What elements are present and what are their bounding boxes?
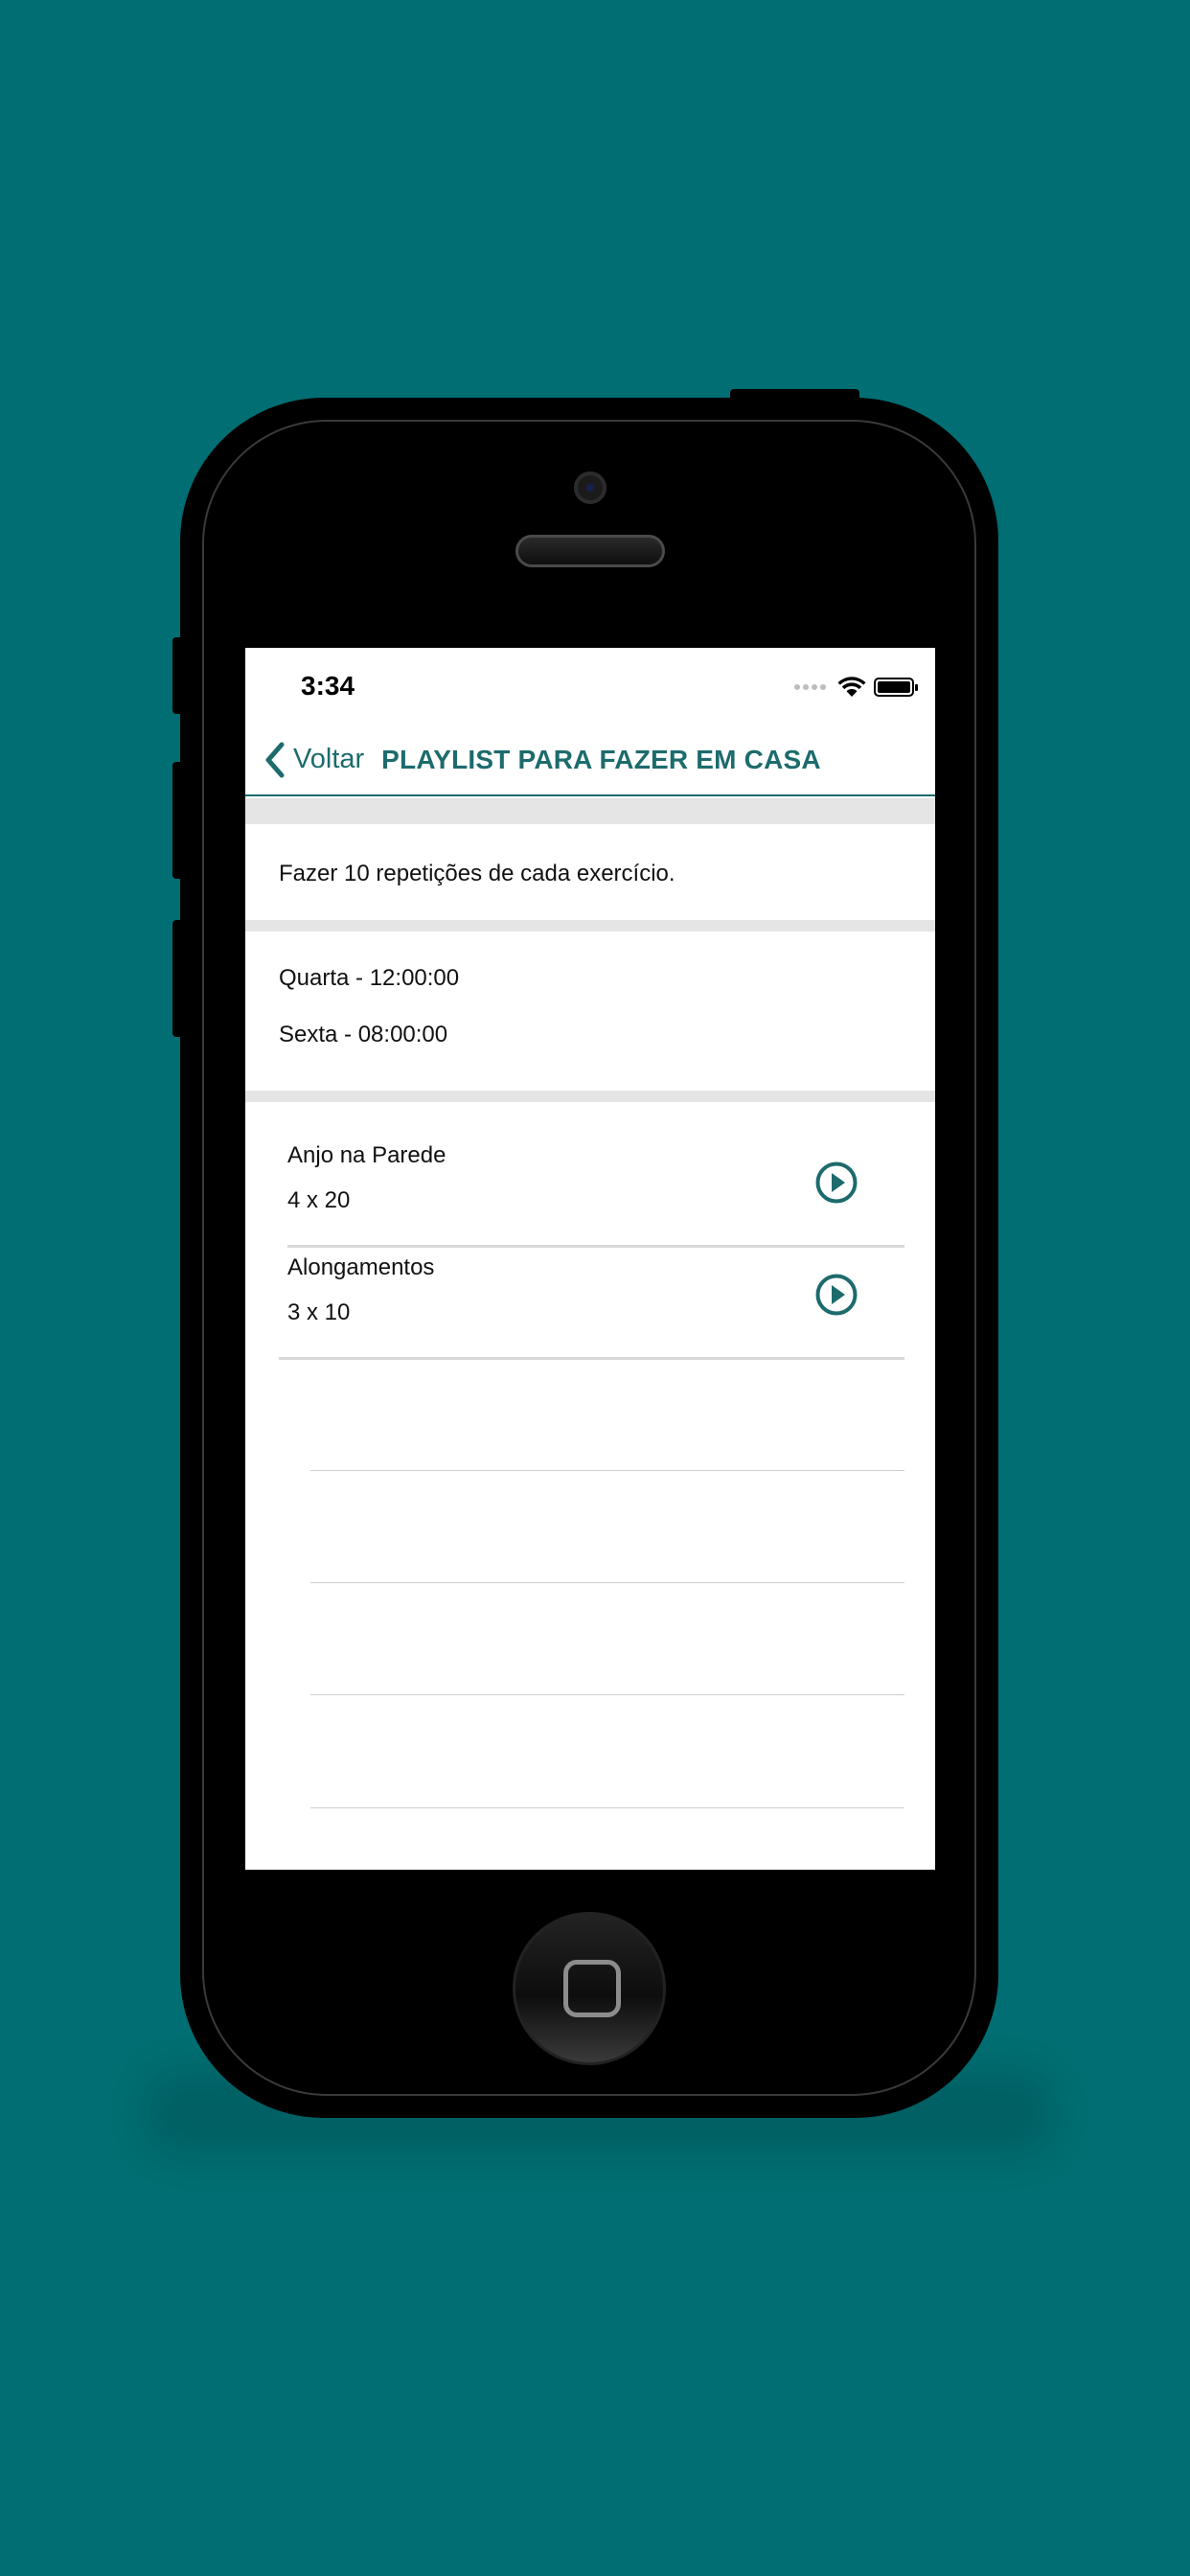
instructions-text: Fazer 10 repetições de cada exercício. bbox=[279, 861, 675, 886]
navigation-bar: Voltar PLAYLIST PARA FAZER EM CASA bbox=[245, 724, 935, 796]
battery-icon bbox=[874, 678, 918, 697]
exercise-row[interactable]: Anjo na Parede 4 x 20 bbox=[245, 1127, 935, 1239]
app-screen: 3:34 Voltar PLAYLIST PARA FAZER EM CASA … bbox=[245, 648, 935, 1870]
back-label: Voltar bbox=[293, 744, 365, 774]
section-separator bbox=[245, 798, 935, 824]
status-time: 3:34 bbox=[301, 671, 355, 701]
home-square-icon bbox=[563, 1960, 621, 2017]
empty-row-divider bbox=[310, 1694, 904, 1695]
section-separator bbox=[245, 920, 935, 932]
signal-icon bbox=[794, 684, 826, 690]
front-camera-icon bbox=[574, 472, 606, 504]
exercise-reps: 3 x 10 bbox=[287, 1300, 351, 1325]
status-bar: 3:34 bbox=[245, 648, 935, 724]
home-button[interactable] bbox=[513, 1912, 666, 2065]
back-button[interactable]: Voltar bbox=[264, 742, 364, 778]
play-circle-icon[interactable] bbox=[814, 1161, 858, 1205]
schedule-item: Sexta - 08:00:00 bbox=[279, 1022, 448, 1047]
page-title: PLAYLIST PARA FAZER EM CASA bbox=[381, 744, 821, 774]
earpiece-speaker bbox=[515, 535, 665, 567]
exercise-row[interactable]: Alongamentos 3 x 10 bbox=[245, 1239, 935, 1351]
row-divider bbox=[279, 1357, 904, 1360]
empty-row-divider bbox=[310, 1470, 904, 1471]
empty-row-divider bbox=[310, 1582, 904, 1583]
empty-row-divider bbox=[310, 1807, 904, 1808]
status-icons bbox=[794, 677, 918, 698]
exercise-name: Alongamentos bbox=[287, 1254, 435, 1280]
section-separator bbox=[245, 1091, 935, 1102]
wifi-icon bbox=[837, 677, 866, 697]
chevron-left-icon bbox=[265, 742, 285, 777]
exercise-name: Anjo na Parede bbox=[287, 1142, 446, 1168]
exercise-reps: 4 x 20 bbox=[287, 1187, 351, 1213]
play-circle-icon[interactable] bbox=[814, 1273, 858, 1317]
schedule-item: Quarta - 12:00:00 bbox=[279, 965, 460, 991]
